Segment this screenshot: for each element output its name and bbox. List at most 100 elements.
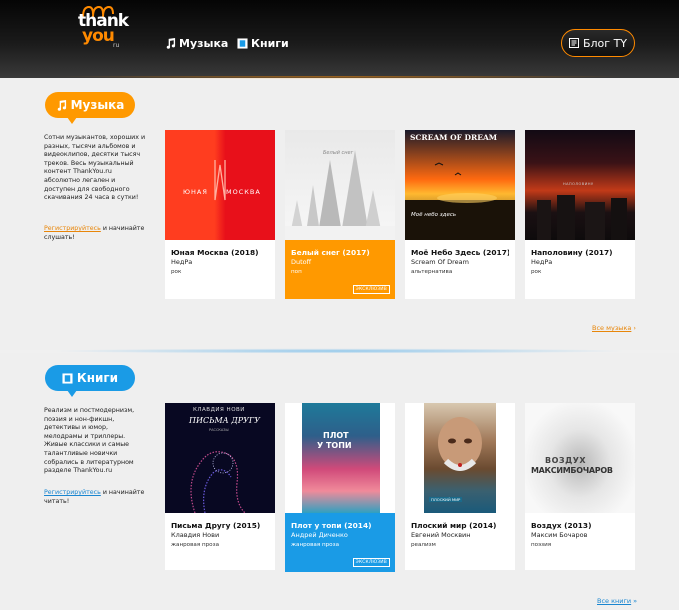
album-card[interactable]: SCREAM OF DREAM Моё небо здесь Моё Небо … (405, 130, 515, 299)
logo-suffix: ru (113, 42, 120, 49)
books-description: Реализм и постмодернизм, поэзия и нон-фи… (44, 407, 135, 475)
books-section-pill[interactable]: Книги (45, 365, 135, 397)
book-cover[interactable]: КЛАВДИЯ НОВИ ПИСЬМА ДРУГУ РАССКАЗЫ (165, 403, 275, 513)
book-title[interactable]: Письма Другу (2015) (171, 521, 269, 531)
book-cover[interactable]: ПЛОТ У ТОПИ (285, 403, 395, 513)
album-genre: рок (531, 269, 542, 275)
book-info: Воздух (2013) Максим Бочаров поэзия (525, 513, 635, 572)
album-cover[interactable]: ЮНАЯ МОСКВА (165, 130, 275, 240)
chevron-right-icon: » (633, 597, 638, 605)
cover-title: Белый снег (323, 150, 354, 156)
album-genre: альтернатива (411, 269, 453, 275)
album-info: Моё Небо Здесь (2017) Scream Of Dream ал… (405, 240, 515, 299)
album-info: Белый снег (2017) Dutoff поп ЭКСКЛЮЗИВ (285, 240, 395, 299)
cover-title: Моё небо здесь (411, 212, 457, 218)
book-title[interactable]: Плоский мир (2014) (411, 521, 509, 531)
chevron-right-icon: › (633, 324, 636, 332)
site-header: thank you ru Музыка Книги Блог TY (0, 0, 679, 78)
cover-art (405, 162, 515, 240)
music-section: Музыка Сотни музыкантов, хороших и разны… (0, 80, 679, 350)
book-card[interactable]: ВОЗДУХ МАКСИМБОЧАРОВ Воздух (2013) Макси… (525, 403, 635, 570)
music-cta: Регистрируйтесь и начинайте слушать! (44, 225, 148, 242)
book-author[interactable]: Евгений Москвин (411, 531, 509, 540)
cover-title-a: ЮНАЯ (183, 188, 208, 196)
cover-art (214, 160, 226, 201)
exclusive-badge: ЭКСКЛЮЗИВ (352, 558, 390, 567)
album-title[interactable]: Юная Москва (2018) (171, 248, 269, 258)
thankyou-logo[interactable]: thank you ru (76, 4, 136, 50)
cover-title: ПЛОСКИЙ МИР (429, 497, 463, 502)
blog-button-label: Блог TY (582, 36, 628, 50)
books-register-link[interactable]: Регистрируйтесь (44, 489, 101, 496)
all-music-label: Все музыка (592, 324, 632, 332)
album-cover[interactable]: НАПОЛОВИНУ (525, 130, 635, 240)
books-section: Книги Реализм и постмодернизм, поэзия и … (0, 353, 679, 610)
cover-title: ПИСЬМА ДРУГУ (189, 416, 261, 425)
book-title[interactable]: Воздух (2013) (531, 521, 629, 531)
book-info: Плоский мир (2014) Евгений Москвин реали… (405, 513, 515, 572)
cover-title-a: ВОЗДУХ (545, 456, 587, 465)
books-pill-label: Книги (76, 371, 119, 385)
album-title[interactable]: Белый снег (2017) (291, 248, 389, 258)
book-card[interactable]: ПЛОТ У ТОПИ Плот у топи (2014) Андрей Ди… (285, 403, 395, 572)
book-info: Плот у топи (2014) Андрей Диченко жанров… (285, 513, 395, 572)
book-card[interactable]: КЛАВДИЯ НОВИ ПИСЬМА ДРУГУ РАССКАЗЫ Письм… (165, 403, 275, 570)
cover-art (302, 403, 380, 513)
cover-title-b: У ТОПИ (317, 441, 352, 450)
album-info: Юная Москва (2018) НедРа рок (165, 240, 275, 299)
blog-button[interactable]: Блог TY (561, 29, 635, 57)
cover-art (285, 150, 395, 240)
book-cover[interactable]: ВОЗДУХ МАКСИМБОЧАРОВ (525, 403, 635, 513)
album-artist[interactable]: НедРа (531, 258, 629, 267)
music-note-icon (57, 99, 66, 111)
exclusive-badge: ЭКСКЛЮЗИВ (352, 285, 390, 294)
all-books-link[interactable]: Все книги» (597, 597, 637, 605)
logo-text-you: you (82, 26, 115, 46)
document-icon (568, 38, 579, 48)
album-genre: рок (171, 269, 182, 275)
cover-title-b: МАКСИМБОЧАРОВ (531, 466, 613, 475)
book-card[interactable]: ПЛОСКИЙ МИР Плоский мир (2014) Евгений М… (405, 403, 515, 570)
album-artist[interactable]: НедРа (171, 258, 269, 267)
nav-music-label: Музыка (179, 36, 229, 50)
album-card[interactable]: Белый снег Белый снег (2017) Dutoff поп … (285, 130, 395, 299)
book-icon (237, 37, 248, 49)
album-card[interactable]: НАПОЛОВИНУ Наполовину (2017) НедРа рок (525, 130, 635, 299)
album-title[interactable]: Моё Небо Здесь (2017) (411, 248, 509, 258)
cover-author: КЛАВДИЯ НОВИ (193, 407, 245, 413)
cover-title: НАПОЛОВИНУ (563, 182, 594, 186)
music-register-link[interactable]: Регистрируйтесь (44, 225, 101, 232)
album-cover[interactable]: Белый снег (285, 130, 395, 240)
album-title[interactable]: Наполовину (2017) (531, 248, 629, 258)
cover-band: SCREAM OF DREAM (410, 133, 498, 142)
album-info: Наполовину (2017) НедРа рок (525, 240, 635, 299)
book-genre: реализм (411, 542, 436, 548)
books-cta: Регистрируйтесь и начинайте читать! (44, 489, 148, 506)
cover-title-b: МОСКВА (226, 188, 261, 196)
book-cover[interactable]: ПЛОСКИЙ МИР (405, 403, 515, 513)
album-artist[interactable]: Dutoff (291, 258, 389, 267)
all-music-link[interactable]: Все музыка › (592, 324, 636, 332)
book-info: Письма Другу (2015) Клавдия Нови жанрова… (165, 513, 275, 572)
cover-title-a: ПЛОТ (323, 431, 349, 440)
book-author[interactable]: Андрей Диченко (291, 531, 389, 540)
album-card[interactable]: ЮНАЯ МОСКВА Юная Москва (2018) НедРа рок (165, 130, 275, 299)
book-author[interactable]: Максим Бочаров (531, 531, 629, 540)
book-author[interactable]: Клавдия Нови (171, 531, 269, 540)
book-genre: поэзия (531, 542, 552, 548)
album-cover[interactable]: SCREAM OF DREAM Моё небо здесь (405, 130, 515, 240)
book-genre: жанровая проза (291, 542, 339, 548)
music-section-pill[interactable]: Музыка (45, 92, 135, 124)
album-artist[interactable]: Scream Of Dream (411, 258, 509, 267)
music-description: Сотни музыкантов, хороших и разных, тыся… (44, 134, 146, 202)
music-note-icon (166, 37, 176, 49)
nav-music[interactable]: Музыка (165, 35, 228, 51)
nav-books[interactable]: Книги (237, 35, 289, 51)
book-title[interactable]: Плот у топи (2014) (291, 521, 389, 531)
book-icon (62, 372, 73, 384)
album-genre: поп (291, 269, 302, 275)
nav-books-label: Книги (251, 36, 289, 50)
music-pill-label: Музыка (70, 98, 125, 112)
all-books-label: Все книги (597, 597, 632, 605)
cover-subtitle: РАССКАЗЫ (209, 428, 229, 432)
